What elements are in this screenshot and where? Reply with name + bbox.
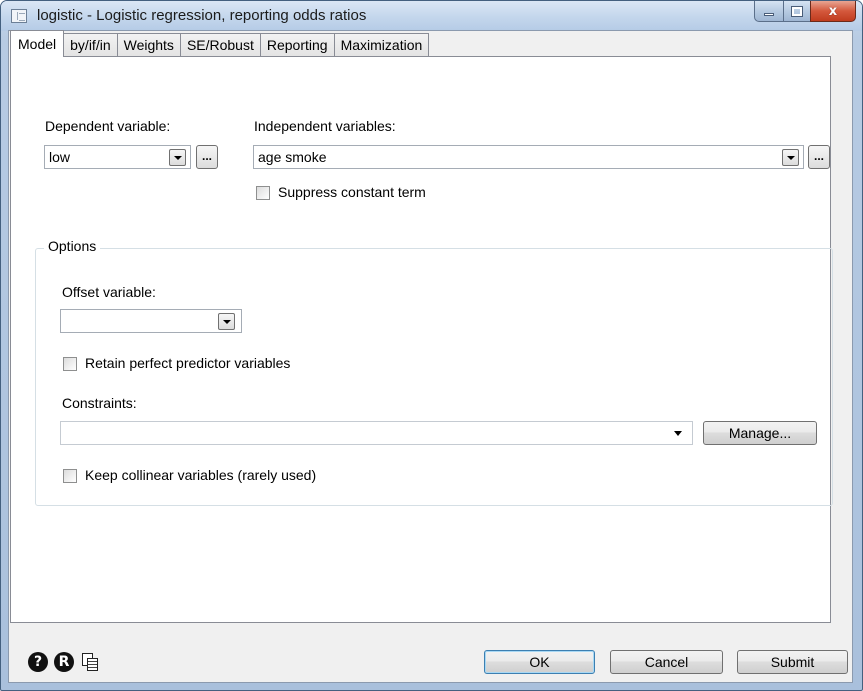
manage-constraints-button[interactable]: Manage...	[703, 421, 817, 445]
tab-reporting[interactable]: Reporting	[259, 33, 335, 57]
options-legend: Options	[44, 238, 101, 254]
close-button[interactable]: x	[810, 1, 856, 22]
minimize-icon	[764, 12, 774, 16]
suppress-constant-label: Suppress constant term	[278, 184, 426, 200]
tab-strip: Model by/if/in Weights SE/Robust Reporti…	[10, 30, 430, 57]
maximize-icon	[791, 5, 803, 17]
keep-collinear-checkbox[interactable]	[63, 469, 77, 483]
submit-button[interactable]: Submit	[737, 650, 848, 674]
tab-maximization[interactable]: Maximization	[333, 33, 430, 57]
reset-icon[interactable]: R	[54, 652, 74, 672]
copy-command-icon[interactable]	[80, 652, 100, 672]
ok-button[interactable]: OK	[484, 650, 595, 674]
minimize-button[interactable]	[754, 1, 783, 22]
dependent-variable-value: low	[49, 149, 71, 165]
tab-by-if-in[interactable]: by/if/in	[63, 33, 118, 57]
tab-weights[interactable]: Weights	[116, 33, 181, 57]
suppress-constant-checkbox[interactable]	[256, 186, 270, 200]
retain-perfect-predictors-label: Retain perfect predictor variables	[85, 355, 291, 371]
tab-model[interactable]: Model	[10, 30, 65, 57]
independent-variables-label: Independent variables:	[254, 118, 396, 134]
independent-dropdown-arrow-icon[interactable]	[782, 149, 799, 166]
constraints-dropdown-arrow-icon[interactable]	[674, 431, 682, 436]
title-bar[interactable]: logistic - Logistic regression, reportin…	[1, 1, 862, 31]
close-icon: x	[828, 3, 838, 19]
help-icon[interactable]: ?	[28, 652, 48, 672]
dependent-variable-label: Dependent variable:	[45, 118, 171, 134]
constraints-label: Constraints:	[62, 395, 137, 411]
constraints-combo[interactable]	[60, 421, 693, 445]
cancel-button[interactable]: Cancel	[610, 650, 723, 674]
window-title: logistic - Logistic regression, reportin…	[37, 7, 367, 24]
window-controls: x	[754, 1, 856, 23]
dependent-dropdown-arrow-icon[interactable]	[169, 149, 186, 166]
maximize-button[interactable]	[783, 1, 810, 22]
dependent-browse-button[interactable]: ...	[196, 145, 218, 169]
tab-se-robust[interactable]: SE/Robust	[179, 33, 261, 57]
app-icon	[11, 9, 27, 23]
dependent-variable-combo[interactable]: low	[44, 145, 191, 169]
independent-variables-value: age smoke	[258, 149, 327, 165]
independent-variables-combo[interactable]: age smoke	[253, 145, 804, 169]
offset-variable-label: Offset variable:	[62, 284, 156, 300]
keep-collinear-label: Keep collinear variables (rarely used)	[85, 467, 317, 483]
retain-perfect-predictors-checkbox[interactable]	[63, 357, 77, 371]
independent-browse-button[interactable]: ...	[808, 145, 830, 169]
offset-variable-combo[interactable]	[60, 309, 242, 333]
offset-dropdown-arrow-icon[interactable]	[218, 313, 235, 330]
